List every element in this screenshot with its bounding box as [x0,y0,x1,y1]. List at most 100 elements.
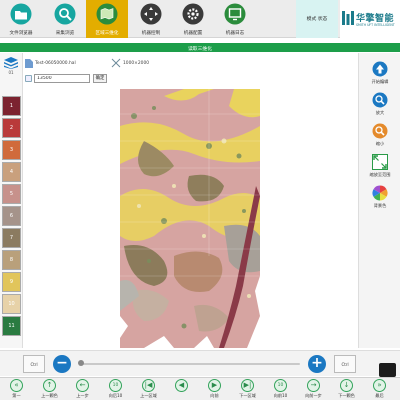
nav-button[interactable]: » 最后 [365,378,394,400]
zoom-out-label: 缩小 [375,141,385,146]
monitor-icon [224,3,246,25]
layer-number: 10 [8,301,15,307]
nav-button[interactable]: |◀ 上一区域 [134,378,163,400]
layer-swatch[interactable]: 3 [2,140,21,160]
page-title: 读取三维化 [188,46,212,52]
layer-swatch[interactable]: 10 [2,294,21,314]
file-name: Test-06050000.hal [35,61,76,66]
scale-back-button[interactable] [25,75,32,82]
nav-button[interactable]: ↑ 上一颗色 [35,378,64,400]
background-color-button[interactable]: 背景色 [362,183,398,213]
nav-arrow-icon: ▶ [208,379,221,392]
fit-extent-label: 缩放至范围 [369,172,391,177]
layer-count: 01 [8,70,14,75]
file-icon [25,59,33,68]
machine-log-button[interactable]: 机器日志 [214,0,256,38]
nav-arrow-icon: 10 [274,379,287,392]
layer-swatch[interactable]: 5 [2,184,21,204]
zoom-right-box[interactable]: Ctrl [334,355,356,373]
bottom-navigation: «第一 ↑ 上一颗色 ← 上一步 10 向后10 |◀ 上一区域 ◀ ▶ 向前 ▶| 下一区域 10 向前10… [0,377,400,400]
nav-label: 下一颗色 [338,393,355,398]
scale-row: 确定 [25,74,225,84]
scale-confirm-button[interactable]: 确定 [93,74,107,83]
nav-button[interactable]: 10 向前10 [266,378,295,400]
layer-swatch[interactable]: 7 [2,228,21,248]
brand-subtitle: SMITH UFT INTELLIGENT [356,23,395,27]
nav-button[interactable]: ↓ 下一颗色 [332,378,361,400]
nav-button[interactable]: ◀ [167,378,196,400]
layer-number: 5 [9,191,14,197]
layer-number: 2 [9,125,14,131]
brand: 华擎智能 SMITH UFT INTELLIGENT [340,0,400,38]
layer-number: 7 [9,235,14,241]
zoom-slider-track[interactable] [80,363,300,365]
tool-label: 机器控制 [141,31,161,36]
zoom-minus-button[interactable]: − [53,355,71,373]
layer-number: 8 [9,257,14,263]
folder-icon [10,3,32,25]
brand-logo-icon [342,11,354,25]
layer-number: 11 [8,323,15,329]
nav-label: 上一步 [76,393,89,398]
nav-label: 下一区域 [239,393,256,398]
capture-browse-button[interactable]: 采集浏览 [44,0,86,38]
layer-number: 1 [9,103,14,109]
map-icon [96,3,118,25]
file-browser-button[interactable]: 文件浏览器 [0,0,42,38]
machine-config-button[interactable]: 机器配置 [172,0,214,38]
nav-label: 上一颗色 [41,393,58,398]
nav-label: 第一 [12,393,21,398]
nav-button[interactable]: ▶| 下一区域 [233,378,262,400]
layer-swatch[interactable]: 6 [2,206,21,226]
fit-extent-button[interactable]: 缩放至范围 [362,152,398,182]
arrow-up-icon [372,61,388,77]
nav-label: 最后 [375,393,384,398]
nav-arrow-icon: ◀ [175,379,188,392]
zoom-slider-thumb[interactable] [78,360,84,366]
nav-label: 向前 [210,393,219,398]
nav-button[interactable]: → 向前一步 [299,378,328,400]
layers-icon[interactable] [4,57,18,69]
image-size: 1000×2000 [123,61,150,66]
zoom-in-button[interactable]: 放大 [362,90,398,120]
nav-button[interactable]: ← 上一步 [68,378,97,400]
nav-arrow-icon: 10 [109,379,122,392]
machine-control-button[interactable]: 机器控制 [130,0,172,38]
layer-swatch[interactable]: 8 [2,250,21,270]
layer-number: 4 [9,169,14,175]
right-tool-panel: 开始编辑 放大 缩小 缩放至范围 背景色 [358,53,400,348]
nav-label: 向前10 [273,393,288,398]
map-canvas[interactable] [24,86,358,348]
tool-label: 机器日志 [225,31,245,36]
layer-swatch[interactable]: 4 [2,162,21,182]
start-edit-button[interactable]: 开始编辑 [362,59,398,89]
nav-arrow-icon: ↓ [340,379,353,392]
keyboard-icon[interactable] [379,363,396,377]
nav-arrow-icon: |◀ [142,379,155,392]
zoom-plus-button[interactable]: + [308,355,326,373]
nav-label: 向后10 [108,393,123,398]
scale-input[interactable] [34,74,90,83]
nav-arrow-icon: ▶| [241,379,254,392]
fit-extent-icon [372,154,388,170]
layer-swatch[interactable]: 1 [2,96,21,116]
nav-arrow-icon: ↑ [43,379,56,392]
nav-button[interactable]: «第一 [2,378,31,400]
nav-button[interactable]: ▶ 向前 [200,378,229,400]
resize-icon [111,58,121,68]
nav-button[interactable]: 10 向后10 [101,378,130,400]
layer-number: 6 [9,213,14,219]
tool-label: 机器配置 [183,31,203,36]
zoom-in-label: 放大 [375,110,385,115]
mode-label: 模式 状态 [306,17,328,22]
nav-arrow-icon: ← [76,379,89,392]
file-info-bar: Test-06050000.hal 1000×2000 [25,57,355,71]
zoom-out-button[interactable]: 缩小 [362,121,398,151]
tool-label: 文件浏览器 [9,31,33,36]
layer-swatch[interactable]: 11 [2,316,21,336]
layer-swatch[interactable]: 9 [2,272,21,292]
region-3d-button[interactable]: 区域三维化 [86,0,128,38]
zoom-left-box[interactable]: Ctrl [23,355,45,373]
layer-swatch[interactable]: 2 [2,118,21,138]
start-edit-label: 开始编辑 [371,79,389,84]
